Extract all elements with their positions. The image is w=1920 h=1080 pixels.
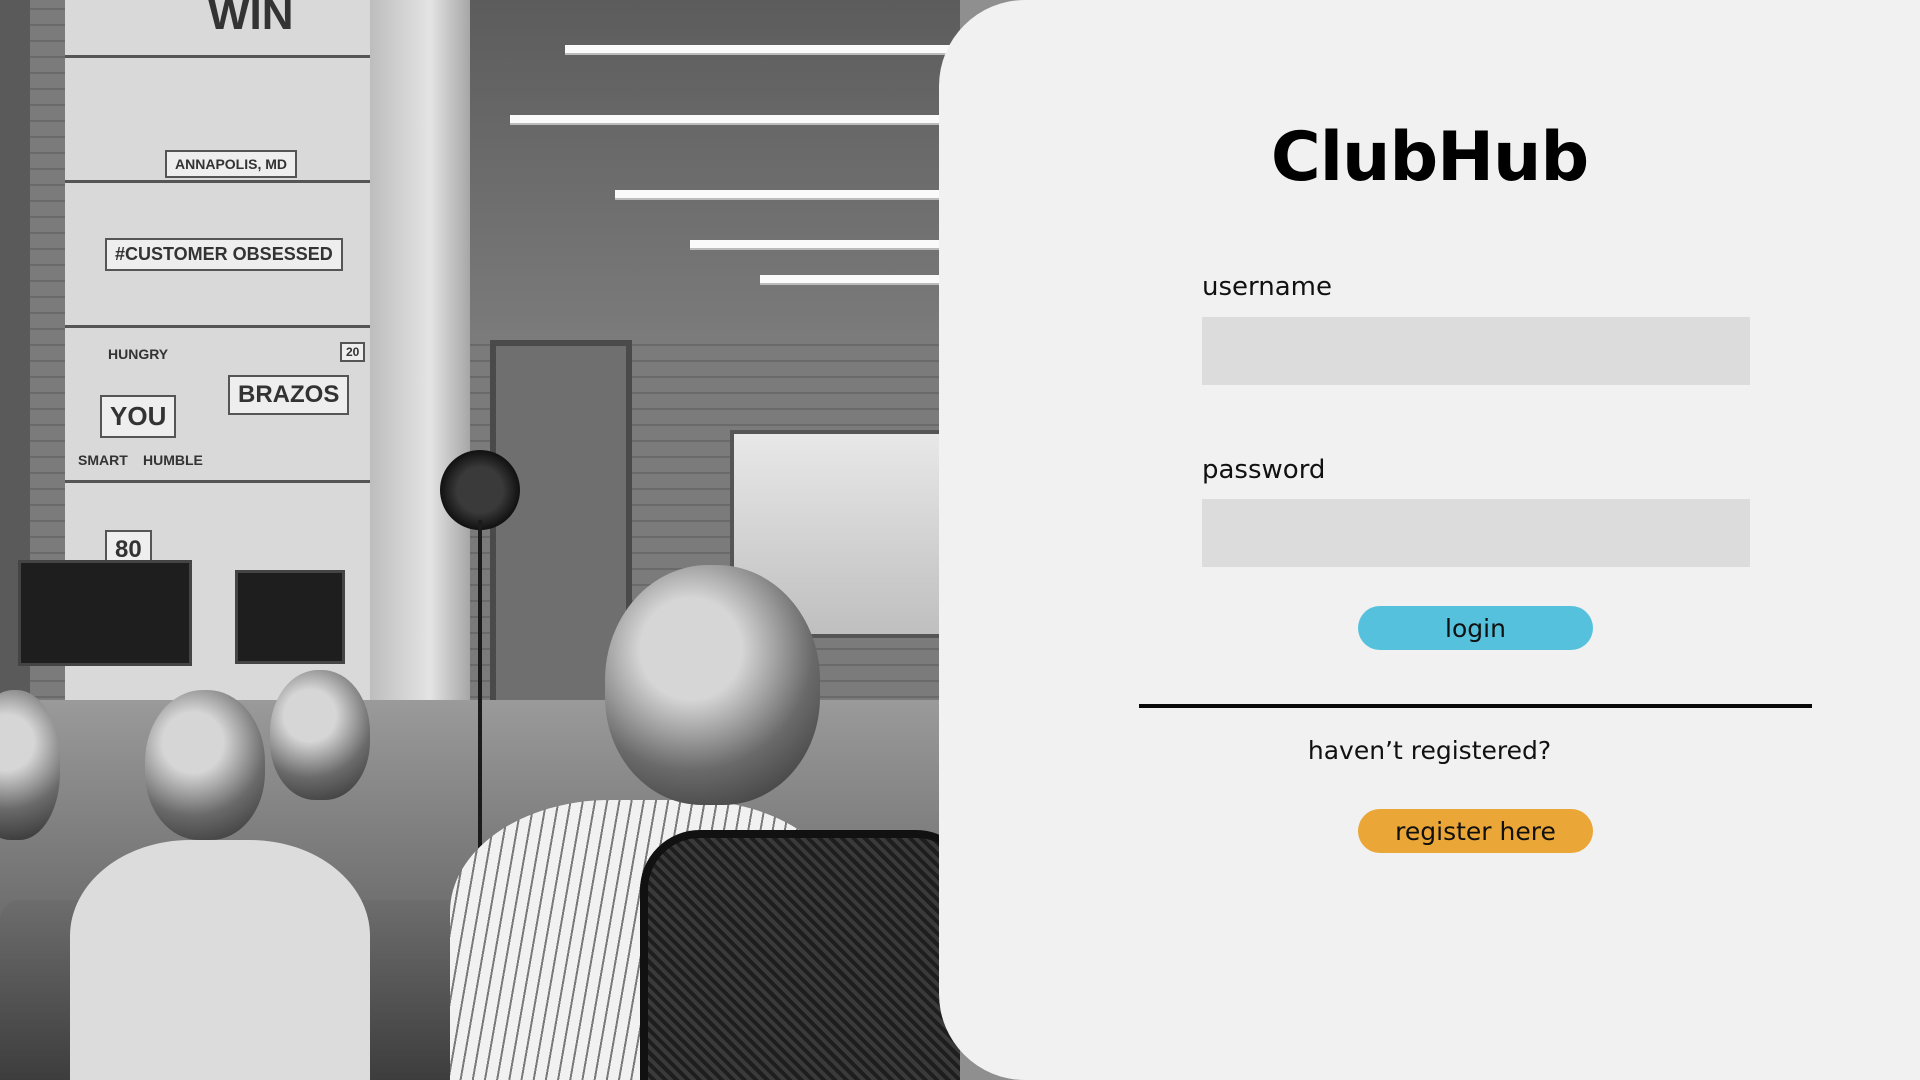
ceiling-light [565, 45, 960, 53]
login-panel: ClubHub username password login haven’t … [939, 0, 1920, 1080]
mural-text: YOU [100, 395, 177, 438]
mural-text: HUNGRY [108, 346, 169, 362]
ceiling-light [760, 275, 960, 283]
mural-divider [65, 480, 370, 483]
person [70, 840, 370, 1080]
mural-divider [65, 180, 370, 183]
ceiling-light [690, 240, 960, 248]
app-logo-title: ClubHub [1270, 118, 1589, 197]
office-photo: WIN ANNAPOLIS, MD #CUSTOMER OBSESSED HUN… [0, 0, 960, 1080]
mural-divider [65, 325, 370, 328]
mural-text: HUMBLE [143, 452, 203, 468]
office-chair [640, 830, 960, 1080]
mural-text: 20 [340, 342, 366, 362]
person [270, 670, 370, 800]
username-label: username [1202, 272, 1332, 302]
mural-text: SMART [78, 452, 128, 468]
ceiling-light [510, 115, 960, 123]
username-input[interactable] [1202, 317, 1750, 385]
person [145, 690, 265, 840]
password-label: password [1202, 455, 1326, 485]
divider [1139, 704, 1812, 708]
register-prompt: haven’t registered? [1307, 736, 1552, 765]
tripod [478, 520, 482, 860]
person [605, 565, 820, 805]
ceiling-light [615, 190, 960, 198]
password-input[interactable] [1202, 499, 1750, 567]
login-button[interactable]: login [1358, 606, 1593, 650]
monitor [18, 560, 192, 666]
mural-divider [65, 55, 370, 58]
studio-light [440, 450, 520, 530]
mural-text: #CUSTOMER OBSESSED [105, 238, 343, 271]
mural-text: ANNAPOLIS, MD [165, 150, 297, 178]
mural-text: WIN [208, 0, 294, 39]
register-button[interactable]: register here [1358, 809, 1593, 853]
monitor [235, 570, 345, 664]
mural-text: BRAZOS [228, 375, 350, 415]
